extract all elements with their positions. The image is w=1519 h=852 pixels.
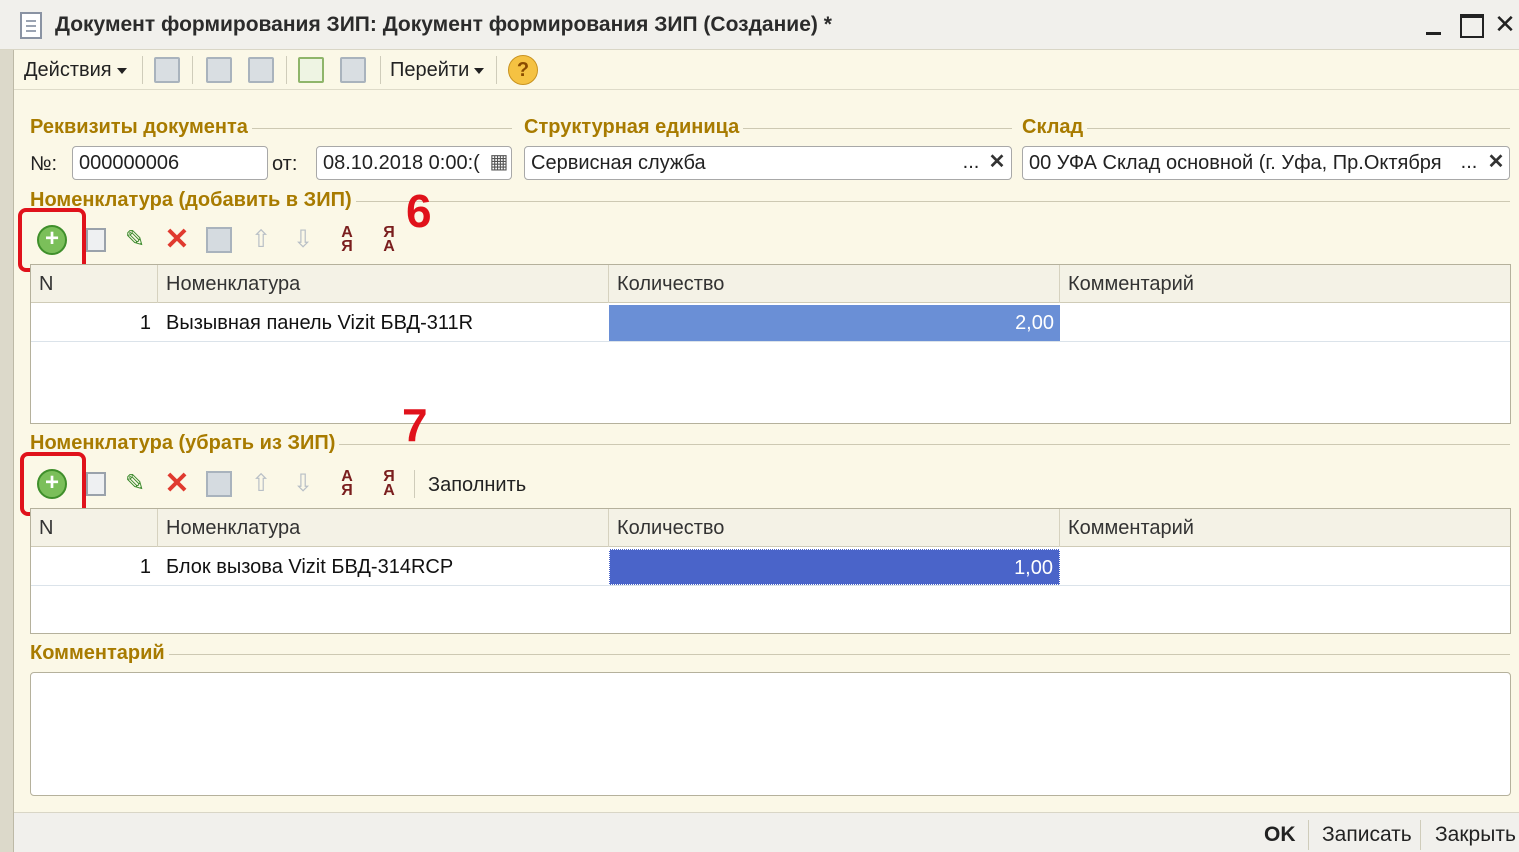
column-header-n[interactable]: N xyxy=(31,265,158,303)
column-header-item[interactable]: Номенклатура xyxy=(158,265,609,303)
add-items-table[interactable]: N Номенклатура Количество Комментарий 1 … xyxy=(30,264,1511,424)
sort-desc-icon[interactable]: ЯА xyxy=(374,225,404,256)
column-header-comment[interactable]: Комментарий xyxy=(1060,509,1510,547)
close-button[interactable]: Закрыть xyxy=(1435,820,1516,850)
warehouse-field[interactable]: 00 УФА Склад основной (г. Уфа, Пр.Октябр… xyxy=(1022,146,1510,180)
toolbar-separator xyxy=(192,56,193,84)
structural-unit-section-title: Структурная единица xyxy=(524,116,744,139)
move-up-icon[interactable]: ⇧ xyxy=(246,225,276,255)
row-divider xyxy=(31,341,1510,342)
warehouse-section-title: Склад xyxy=(1022,116,1088,139)
document-number-field[interactable]: 000000006 xyxy=(72,146,268,180)
actions-menu[interactable]: Действия xyxy=(24,55,127,85)
date-label: от: xyxy=(272,153,298,175)
comment-section-title: Комментарий xyxy=(30,642,169,665)
column-header-quantity[interactable]: Количество xyxy=(609,265,1060,303)
sort-asc-icon[interactable]: АЯ xyxy=(332,469,362,500)
ok-button[interactable]: OK xyxy=(1264,820,1296,850)
row-divider xyxy=(31,585,1510,586)
warehouse-select-button[interactable]: ... xyxy=(1456,147,1482,179)
print-document-icon[interactable] xyxy=(340,57,366,83)
warehouse-clear-button[interactable]: ✕ xyxy=(1483,147,1509,179)
requisites-section-title: Реквизиты документа xyxy=(30,116,252,139)
toolbar-separator xyxy=(286,56,287,84)
goto-menu[interactable]: Перейти xyxy=(390,55,485,85)
copy-row-icon[interactable] xyxy=(86,472,106,496)
delete-row-icon[interactable]: ✕ xyxy=(162,225,192,255)
fill-button[interactable]: Заполнить xyxy=(428,470,526,500)
number-label: №: xyxy=(30,153,58,175)
structural-unit-select-button[interactable]: ... xyxy=(958,147,984,179)
left-frame xyxy=(0,50,14,852)
table-header: N Номенклатура Количество Комментарий xyxy=(31,265,1510,303)
end-edit-icon[interactable] xyxy=(206,471,232,497)
sort-asc-icon[interactable]: АЯ xyxy=(332,225,362,256)
structural-unit-clear-button[interactable]: ✕ xyxy=(984,147,1010,179)
toolbar-separator xyxy=(142,56,143,84)
copy-document-icon[interactable] xyxy=(248,57,274,83)
fill-document-icon[interactable] xyxy=(298,57,324,83)
close-window-button[interactable]: ✕ xyxy=(1490,8,1519,40)
row-quantity[interactable]: 1,00 xyxy=(609,549,1060,585)
annotation-7: 7 xyxy=(402,399,428,451)
remove-items-table[interactable]: N Номенклатура Количество Комментарий 1 … xyxy=(30,508,1511,634)
annotation-6: 6 xyxy=(406,185,432,237)
main-toolbar xyxy=(14,50,1519,90)
table-row[interactable]: 1 Блок вызова Vizit БВД-314RCP 1,00 xyxy=(31,549,1510,585)
document-date-field[interactable]: 08.10.2018 0:00:( xyxy=(316,146,512,180)
table-header: N Номенклатура Количество Комментарий xyxy=(31,509,1510,547)
section-divider xyxy=(30,654,1510,655)
window-title: Документ формирования ЗИП: Документ форм… xyxy=(55,13,832,36)
row-item[interactable]: Блок вызова Vizit БВД-314RCP xyxy=(166,549,606,585)
sort-desc-icon[interactable]: ЯА xyxy=(374,469,404,500)
edit-row-icon[interactable]: ✎ xyxy=(120,225,150,255)
footer-separator xyxy=(1420,820,1421,850)
toolbar-separator xyxy=(414,470,415,498)
comment-textarea[interactable] xyxy=(30,672,1511,796)
toolbar-separator xyxy=(496,56,497,84)
add-row-icon[interactable]: + xyxy=(37,225,67,255)
edit-row-icon[interactable]: ✎ xyxy=(120,469,150,499)
structural-unit-field[interactable]: Сервисная служба xyxy=(524,146,1012,180)
chevron-down-icon xyxy=(116,67,127,74)
row-number[interactable]: 1 xyxy=(31,305,151,341)
row-comment[interactable] xyxy=(1068,549,1508,585)
help-icon[interactable]: ? xyxy=(508,55,538,85)
row-number[interactable]: 1 xyxy=(31,549,151,585)
add-row-icon[interactable]: + xyxy=(37,469,67,499)
minimize-button[interactable] xyxy=(1420,8,1450,40)
row-quantity[interactable]: 2,00 xyxy=(609,305,1060,341)
column-header-comment[interactable]: Комментарий xyxy=(1060,265,1510,303)
post-document-icon[interactable] xyxy=(154,57,180,83)
column-header-quantity[interactable]: Количество xyxy=(609,509,1060,547)
document-icon xyxy=(20,12,42,39)
end-edit-icon[interactable] xyxy=(206,227,232,253)
save-document-icon[interactable] xyxy=(206,57,232,83)
move-down-icon[interactable]: ⇩ xyxy=(288,469,318,499)
row-item[interactable]: Вызывная панель Vizit БВД-311R xyxy=(166,305,606,341)
chevron-down-icon xyxy=(474,67,485,74)
move-up-icon[interactable]: ⇧ xyxy=(246,469,276,499)
column-header-n[interactable]: N xyxy=(31,509,158,547)
section-divider xyxy=(1022,128,1510,129)
footer-separator xyxy=(1308,820,1309,850)
delete-row-icon[interactable]: ✕ xyxy=(162,469,192,499)
copy-row-icon[interactable] xyxy=(86,228,106,252)
save-button[interactable]: Записать xyxy=(1322,820,1412,850)
calendar-icon[interactable]: ▦ xyxy=(486,147,512,179)
column-header-item[interactable]: Номенклатура xyxy=(158,509,609,547)
maximize-button[interactable] xyxy=(1455,8,1485,40)
move-down-icon[interactable]: ⇩ xyxy=(288,225,318,255)
row-comment[interactable] xyxy=(1068,305,1508,341)
table-row[interactable]: 1 Вызывная панель Vizit БВД-311R 2,00 xyxy=(31,305,1510,341)
toolbar-separator xyxy=(380,56,381,84)
